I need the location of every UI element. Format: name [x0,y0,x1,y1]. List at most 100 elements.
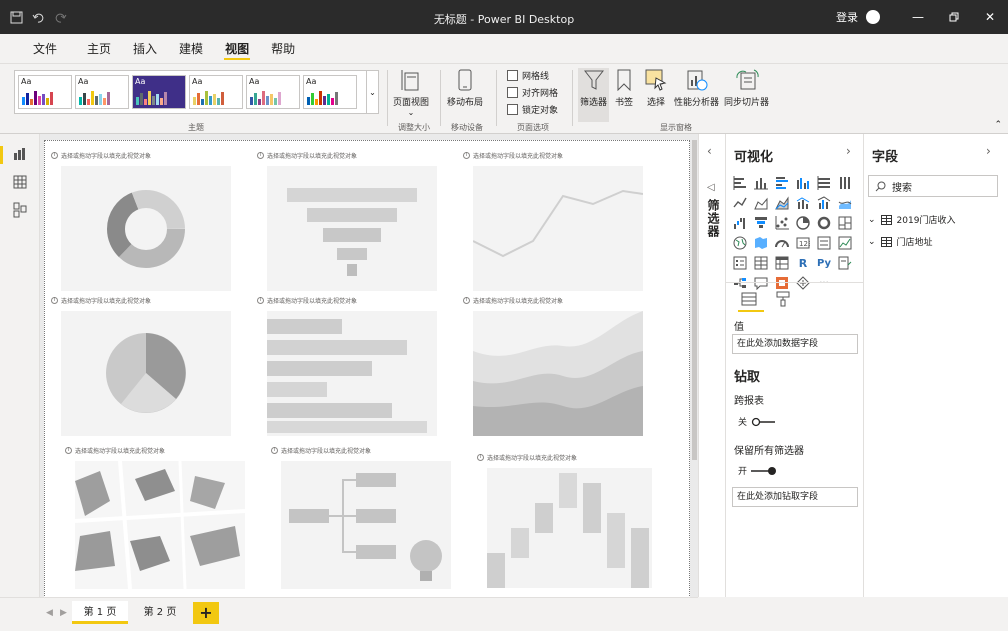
line-chart-icon[interactable] [732,195,748,211]
theme-thumb[interactable]: Aa [189,75,243,109]
table-icon[interactable] [753,255,769,271]
theme-thumb[interactable]: Aa [303,75,357,109]
theme-thumb[interactable]: Aa [18,75,72,109]
100-stacked-bar-icon[interactable] [816,175,832,191]
filled-map-icon[interactable] [753,235,769,251]
theme-gallery-chevron-down-icon[interactable]: ⌄ [366,71,378,113]
fields-well-icon[interactable] [740,290,758,308]
gauge-icon[interactable] [774,235,790,251]
data-view-icon[interactable] [10,172,30,192]
field-table[interactable]: ⌄ 2019门店收入 [868,213,955,226]
canvas-scrollbar[interactable] [692,140,697,460]
visual-decomposition-tree[interactable]: i 选择或拖动字段以填充此视觉对象 [271,446,471,596]
ribbon-chart-icon[interactable] [837,195,853,211]
r-visual-icon[interactable]: R [795,255,811,271]
bookmarks-pane-button[interactable]: 书签 [615,68,633,108]
eye-icon[interactable]: ◁ [707,182,715,193]
tab-insert[interactable]: 插入 [122,34,168,64]
slicer-icon[interactable] [732,255,748,271]
active-view-indicator [0,146,3,164]
avatar[interactable] [866,10,880,24]
treemap-icon[interactable] [837,215,853,231]
tab-view[interactable]: 视图 [214,34,260,64]
page-tab-1[interactable]: 第 1 页 [72,601,128,624]
lock-objects-checkbox[interactable]: 锁定对象 [507,103,558,116]
stacked-column-icon[interactable] [753,175,769,191]
visual-line[interactable]: i 选择或拖动字段以填充此视觉对象 [463,151,663,291]
card-icon[interactable]: 123 [795,235,811,251]
decomposition-tree-icon[interactable] [732,275,748,291]
filters-pane-button[interactable]: 筛选器 [578,68,610,122]
fields-title: 字段 [872,150,899,165]
tab-modeling[interactable]: 建模 [168,34,214,64]
theme-thumb[interactable]: Aa [75,75,129,109]
snap-grid-checkbox[interactable]: 对齐网格 [507,86,558,99]
add-page-button[interactable]: + [193,602,219,624]
matrix-icon[interactable] [774,255,790,271]
visual-donut[interactable]: i 选择或拖动字段以填充此视觉对象 [51,151,251,291]
gridlines-checkbox[interactable]: 网格线 [507,69,549,82]
sync-slicers-button[interactable]: 同步切片器 [724,68,769,108]
line-clustered-column-icon[interactable] [816,195,832,211]
page-tab-2[interactable]: 第 2 页 [132,601,188,624]
more-visuals-icon[interactable]: ··· [816,275,832,291]
funnel-chart-icon[interactable] [753,215,769,231]
stacked-bar-icon[interactable] [732,175,748,191]
area-chart-icon[interactable] [753,195,769,211]
format-paint-roller-icon[interactable] [774,290,792,308]
visual-pie[interactable]: i 选择或拖动字段以填充此视觉对象 [51,296,251,436]
tab-help[interactable]: 帮助 [260,34,306,64]
paginated-report-icon[interactable] [774,275,790,291]
tab-file[interactable]: 文件 [22,34,68,64]
multi-row-card-icon[interactable] [816,235,832,251]
values-drop-zone[interactable]: 在此处添加数据字段 [732,334,858,354]
signin-link[interactable]: 登录 [836,9,858,25]
custom-visual-icon[interactable] [795,275,811,291]
tab-home[interactable]: 主页 [76,34,122,64]
kpi-icon[interactable] [837,235,853,251]
report-page[interactable]: i 选择或拖动字段以填充此视觉对象 i 选择或拖动字段以填充此视觉对象 i 选择或拖动… [44,140,690,598]
scatter-chart-icon[interactable] [774,215,790,231]
theme-thumb[interactable]: Aa [132,75,186,109]
chevron-right-icon[interactable]: ▶ [60,608,67,618]
waterfall-icon[interactable] [732,215,748,231]
chevron-right-icon[interactable]: › [846,144,851,158]
map-icon[interactable] [732,235,748,251]
chevron-left-icon[interactable]: ◀ [46,608,53,618]
donut-chart-icon[interactable] [816,215,832,231]
qna-icon[interactable] [753,275,769,291]
model-view-icon[interactable] [10,200,30,220]
visual-funnel[interactable]: i 选择或拖动字段以填充此视觉对象 [257,151,457,291]
report-view-icon[interactable] [10,144,30,164]
clustered-bar-icon[interactable] [774,175,790,191]
page-view-button[interactable]: 页面视图 ⌄ [393,68,429,117]
clustered-column-icon[interactable] [795,175,811,191]
100-stacked-column-icon[interactable] [837,175,853,191]
minimize-icon[interactable]: — [900,0,936,34]
visual-waterfall[interactable]: i 选择或拖动字段以填充此视觉对象 [477,453,677,596]
chevron-right-icon[interactable]: › [986,144,991,158]
close-icon[interactable]: ✕ [972,0,1008,34]
line-stacked-column-icon[interactable] [795,195,811,211]
cross-report-toggle[interactable]: 关 [738,415,776,428]
mobile-layout-button[interactable]: 移动布局 [447,68,483,108]
drillthrough-drop-zone[interactable]: 在此处添加钻取字段 [732,487,858,507]
performance-analyzer-button[interactable]: 性能分析器 [674,68,719,108]
collapse-ribbon-chevron-up-icon[interactable]: ⌃ [994,120,1002,130]
python-visual-icon[interactable]: Py [816,255,832,271]
visual-map[interactable]: i 选择或拖动字段以填充此视觉对象 [65,446,265,596]
restore-icon[interactable] [936,0,972,34]
stacked-area-icon[interactable] [774,195,790,211]
selection-pane-button[interactable]: 选择 [645,68,667,108]
pie-chart-icon[interactable] [795,215,811,231]
field-table[interactable]: ⌄ 门店地址 [868,235,933,248]
visual-bar[interactable]: i 选择或拖动字段以填充此视觉对象 [257,296,457,436]
visual-ribbon[interactable]: i 选择或拖动字段以填充此视觉对象 [463,296,663,436]
key-influencers-icon[interactable] [837,255,853,271]
collapse-chevron-left-icon[interactable]: ‹ [707,144,712,158]
keep-filters-toggle[interactable]: 开 [738,464,777,477]
theme-thumb[interactable]: Aa [246,75,300,109]
visual-caption-text: 选择或拖动字段以填充此视觉对象 [61,298,152,305]
fields-search-input[interactable]: 搜索 [868,175,998,197]
filters-pane-label[interactable]: 筛选器 [705,199,722,238]
